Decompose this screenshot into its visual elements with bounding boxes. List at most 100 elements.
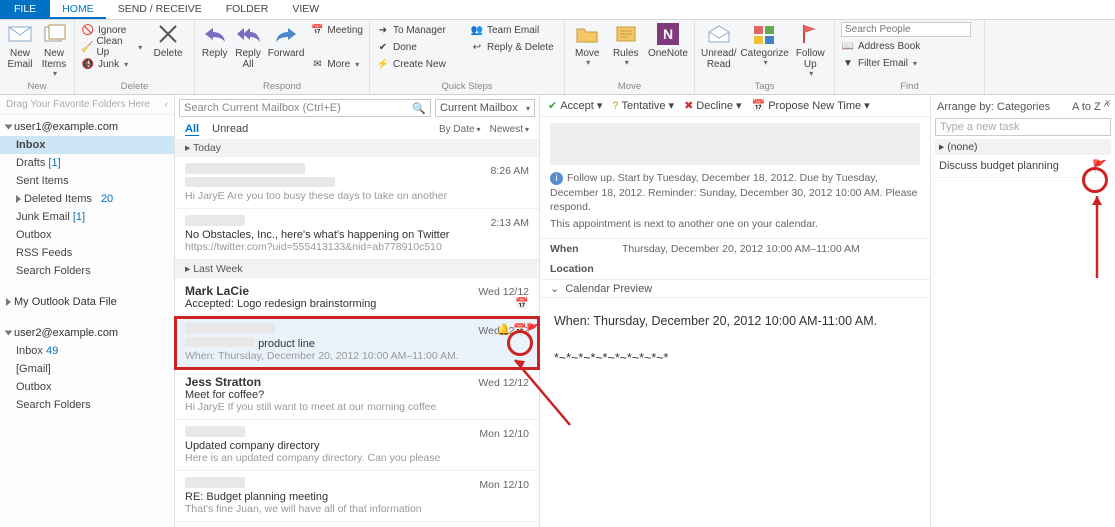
message-item-selected[interactable]: product line When: Thursday, December 20… [175,317,539,369]
when-value: Thursday, December 20, 2012 10:00 AM–11:… [622,243,860,255]
message-item[interactable]: No Obstacles, Inc., here's what's happen… [175,209,539,260]
accept-button[interactable]: ✔Accept ▾ [548,99,602,112]
message-item[interactable]: Jess Stratton Meet for coffee? Hi JaryE … [175,369,539,420]
x-icon: ✖ [684,99,693,112]
task-group-none[interactable]: ▸ (none) [935,139,1111,155]
folder-move-icon [574,22,600,46]
qs-reply-delete[interactable]: ↩Reply & Delete [470,39,558,55]
onenote-button[interactable]: NOneNote [648,22,688,59]
propose-time-button[interactable]: 📅Propose New Time ▾ [752,99,870,112]
group-new-label: New [6,81,68,94]
calendar-icon: 📅 [513,323,527,336]
check-icon: ✔ [548,99,557,112]
flag-icon[interactable]: 🚩 [1092,159,1107,173]
group-new: New Email New Items New [0,20,75,94]
folder-search-2[interactable]: Search Folders [0,396,174,414]
new-email-button[interactable]: New Email [6,22,34,70]
decline-button[interactable]: ✖Decline ▾ [684,99,741,112]
flag-icon[interactable]: 🚩 [526,323,540,336]
reply-button[interactable]: Reply [201,22,228,59]
task-title: Discuss budget planning [939,160,1059,172]
reply-icon [202,22,228,46]
folder-junk[interactable]: Junk Email [1] [0,208,174,226]
filter-email-button[interactable]: ▼Filter Email [841,55,978,71]
calendar-preview-toggle[interactable]: ⌄ Calendar Preview [540,279,930,298]
message-item[interactable]: RE: Budget planning meeting That's fine … [175,471,539,522]
unread-read-button[interactable]: Unread/ Read [701,22,737,70]
folder-pane: Drag Your Favorite Folders Here‹ user1@e… [0,95,175,527]
forward-button[interactable]: Forward [268,22,305,59]
message-header-redacted [550,123,920,165]
tentative-button[interactable]: ?Tentative ▾ [612,99,674,112]
folder-outbox[interactable]: Outbox [0,226,174,244]
folder-sent[interactable]: Sent Items [0,172,174,190]
close-task-pane[interactable]: × [1105,97,1111,109]
new-items-icon [41,22,67,46]
tri-icon [5,125,13,130]
filter-unread[interactable]: Unread [212,123,248,135]
categorize-button[interactable]: Categorize [743,22,787,68]
info-icon: i [550,172,563,185]
group-last-week[interactable]: ▸ Last Week [175,260,539,278]
more-respond-button[interactable]: ✉More [310,56,363,72]
folder-inbox[interactable]: Inbox [0,136,174,154]
delete-x-icon [155,22,181,46]
folder-drafts[interactable]: Drafts [1] [0,154,174,172]
group-today[interactable]: ▸ Today [175,139,539,157]
search-icon[interactable]: 🔍 [412,102,426,115]
filter-all[interactable]: All [185,123,199,136]
follow-up-button[interactable]: Follow Up [793,22,828,79]
qs-to-manager[interactable]: ➜To Manager [376,22,464,38]
search-people-input[interactable] [841,22,971,37]
delete-button[interactable]: Delete [148,22,188,59]
junk-button[interactable]: 🚯Junk [81,56,142,72]
folder-search[interactable]: Search Folders [0,262,174,280]
account-1[interactable]: user1@example.com [0,115,174,136]
sort-atoz[interactable]: A to Z ^ [1072,101,1109,113]
forward-icon [273,22,299,46]
collapse-icon[interactable]: ‹ [165,99,168,110]
new-task-input[interactable]: Type a new task [935,118,1111,136]
meeting-button[interactable]: 📅Meeting [310,22,363,38]
sort-newest[interactable]: Newest [490,124,529,135]
new-items-button[interactable]: New Items [40,22,68,79]
reply-all-button[interactable]: Reply All [234,22,261,70]
message-item[interactable]: Mark LaCie Accepted: Logo redesign brain… [175,278,539,317]
reading-pane: ✔Accept ▾ ?Tentative ▾ ✖Decline ▾ 📅Propo… [540,95,930,527]
tri-icon [6,298,11,306]
address-book-button[interactable]: 📖Address Book [841,38,978,54]
tab-home[interactable]: HOME [50,0,106,19]
folder-rss[interactable]: RSS Feeds [0,244,174,262]
tab-folder[interactable]: FOLDER [214,0,281,19]
ribbon: New Email New Items New 🚫Ignore 🧹Clean U… [0,20,1115,95]
account-2[interactable]: user2@example.com [0,321,174,342]
group-quick-steps: ➜To Manager ✔Done ⚡Create New 👥Team Emai… [370,20,565,94]
account-datafile[interactable]: My Outlook Data File [0,290,174,311]
reply-all-icon [235,22,261,46]
tri-icon [5,331,13,336]
message-item[interactable]: Hi JaryE Are you too busy these days to … [175,157,539,209]
folder-outbox-2[interactable]: Outbox [0,378,174,396]
tri-icon [16,195,21,203]
search-scope-select[interactable]: Current Mailbox [435,99,535,117]
tab-send-receive[interactable]: SEND / RECEIVE [106,0,214,19]
qs-team-email[interactable]: 👥Team Email [470,22,558,38]
search-mailbox-input[interactable]: Search Current Mailbox (Ctrl+E)🔍 [179,99,431,117]
move-button[interactable]: Move [571,22,603,68]
cleanup-button[interactable]: 🧹Clean Up [81,39,142,55]
arrange-by[interactable]: Arrange by: Categories [937,101,1050,113]
tab-view[interactable]: VIEW [280,0,331,19]
sort-by-date[interactable]: By Date [439,124,481,135]
folder-deleted[interactable]: Deleted Items 20 [0,190,174,208]
tab-file[interactable]: FILE [0,0,50,19]
ribbon-tabs: FILE HOME SEND / RECEIVE FOLDER VIEW [0,0,1115,20]
group-quick-label: Quick Steps [376,81,558,94]
rules-icon [613,22,639,46]
qs-create-new[interactable]: ⚡Create New [376,56,464,72]
rules-button[interactable]: Rules [609,22,641,68]
task-item[interactable]: Discuss budget planning 🚩 [935,155,1111,178]
message-item[interactable]: Updated company directory Here is an upd… [175,420,539,471]
folder-inbox-2[interactable]: Inbox 49 [0,342,174,360]
qs-done[interactable]: ✔Done [376,39,464,55]
folder-gmail[interactable]: [Gmail] [0,360,174,378]
